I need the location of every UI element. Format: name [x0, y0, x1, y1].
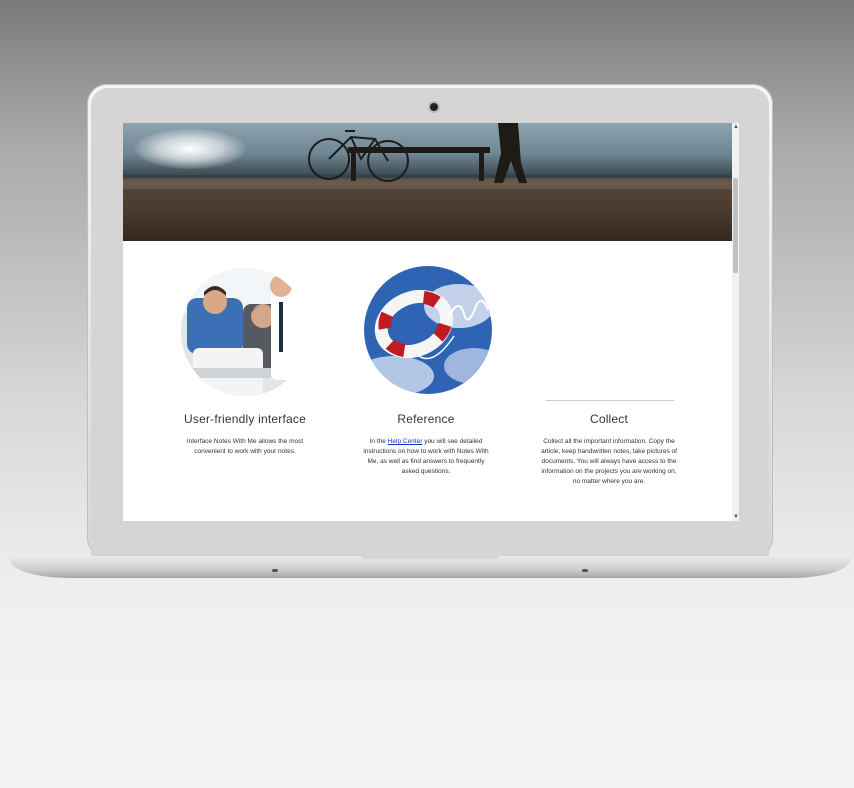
lid-opening-notch: [362, 556, 498, 562]
feature-description: Interface Notes With Me allows the most …: [186, 438, 304, 455]
browser-viewport: User-friendly interface Interface Notes …: [123, 123, 739, 521]
vertical-scrollbar[interactable]: ▲ ▼: [732, 123, 739, 521]
hero-banner-image: [123, 123, 732, 241]
laptop-base: [10, 556, 850, 578]
base-foot: [272, 569, 278, 572]
description-text: In the: [369, 438, 388, 445]
business-people-photo: [181, 268, 309, 396]
lifebuoy-photo: [364, 266, 492, 394]
feature-description: Collect all the important information. C…: [541, 438, 677, 485]
feature-title: User-friendly interface: [184, 412, 306, 426]
scroll-up-arrow-icon[interactable]: ▲: [733, 124, 739, 130]
scroll-down-arrow-icon[interactable]: ▼: [733, 514, 739, 520]
help-center-link[interactable]: Help Center: [388, 438, 423, 445]
people-illustration: [181, 268, 309, 396]
scroll-thumb[interactable]: [733, 178, 738, 273]
bicycle-bench-scene: [123, 123, 732, 241]
feature-title: Reference: [397, 412, 455, 426]
feature-description: In the Help Center you will see detailed…: [360, 437, 492, 477]
feature-title: Collect: [589, 412, 629, 426]
webcam-icon: [430, 103, 438, 111]
lifebuoy-illustration: [364, 266, 492, 394]
base-foot: [582, 569, 588, 572]
section-divider: [546, 400, 674, 401]
